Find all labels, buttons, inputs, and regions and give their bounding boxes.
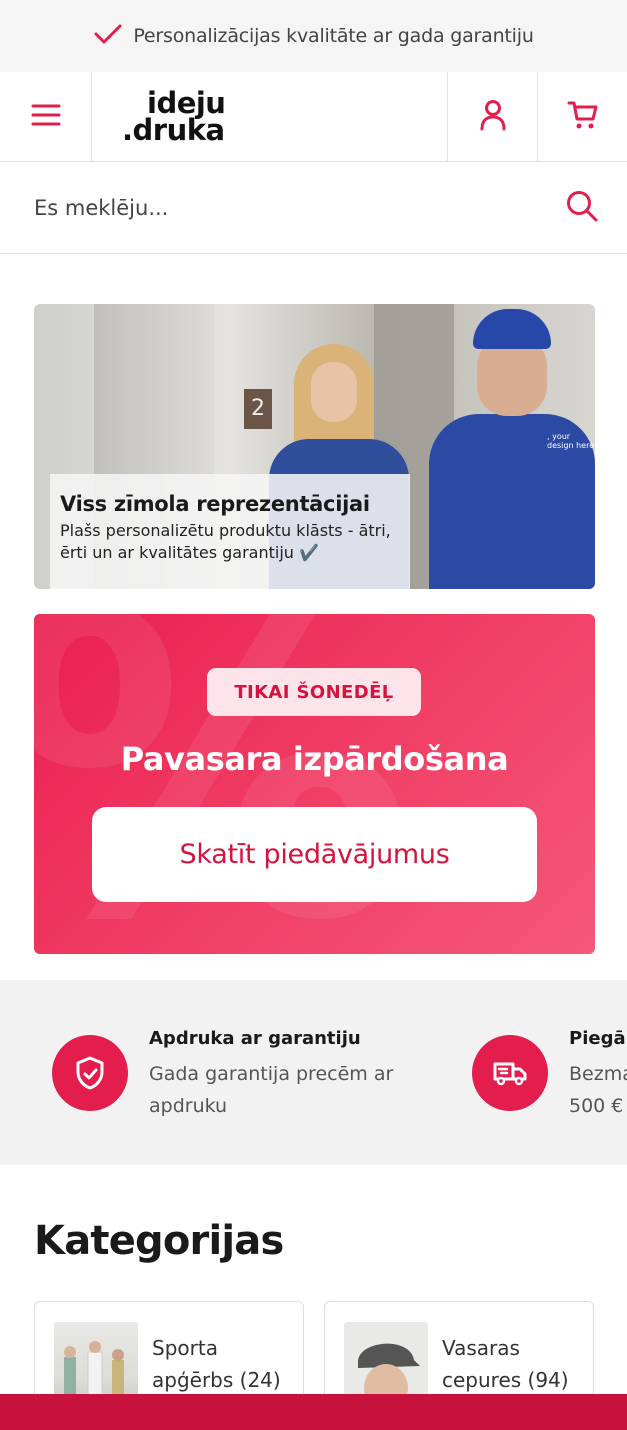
features-strip: Apdruka ar garantiju Gada garantija prec…	[0, 980, 627, 1165]
announcement-text: Personalizācijas kvalitāte ar gada garan…	[133, 25, 534, 47]
search-bar	[0, 162, 627, 254]
shirt-print-text: , your design here	[547, 432, 595, 450]
check-icon	[93, 22, 123, 50]
hero-caption: Viss zīmola reprezentācijai Plašs person…	[50, 474, 410, 589]
bottom-sticky-bar[interactable]	[0, 1394, 627, 1430]
cart-icon	[567, 99, 599, 135]
logo-line-2: .druka	[122, 112, 225, 147]
hero-subtitle: Plašs personalizētu produktu klāsts - āt…	[60, 521, 391, 562]
search-input[interactable]	[34, 195, 514, 220]
shield-check-icon	[52, 1035, 128, 1111]
menu-icon	[31, 103, 61, 131]
cart-button[interactable]	[537, 72, 627, 161]
promo-badge: TIKAI ŠONEDĒĻ	[207, 668, 421, 716]
account-button[interactable]	[447, 72, 537, 161]
search-icon[interactable]	[565, 189, 599, 227]
feature-title: Apdruka ar garantiju	[149, 1028, 361, 1049]
category-label: Vasaras cepures (94)	[442, 1336, 569, 1392]
site-header: ideju .druka	[0, 72, 627, 162]
promo-banner: % TIKAI ŠONEDĒĻ Pavasara izpārdošana Ska…	[34, 614, 595, 954]
feature-item: Piegā Bezma 500 €	[472, 980, 627, 1165]
man-model-image: , your design here	[429, 304, 595, 589]
logo-text: ideju .druka	[122, 88, 226, 147]
user-icon	[480, 99, 506, 135]
menu-button[interactable]	[0, 72, 92, 161]
delivery-truck-icon	[472, 1035, 548, 1111]
feature-desc: Gada garantija precēm ar apdruku	[149, 1063, 394, 1117]
feature-desc: Bezma 500 €	[569, 1063, 627, 1117]
feature-title: Piegā	[569, 1028, 626, 1049]
categories-heading: Kategorijas	[34, 1218, 284, 1264]
feature-item: Apdruka ar garantiju Gada garantija prec…	[52, 980, 432, 1165]
promo-title: Pavasara izpārdošana	[120, 740, 509, 778]
hero-banner[interactable]: 2 , your design here Viss zīmola repreze…	[34, 304, 595, 589]
hero-title: Viss zīmola reprezentācijai	[60, 492, 370, 516]
categories-section: Kategorijas Sporta apģērbs (24) Vasaras …	[0, 1166, 627, 1422]
announcement-bar: Personalizācijas kvalitāte ar gada garan…	[0, 0, 627, 72]
category-label: Sporta apģērbs (24)	[152, 1336, 281, 1392]
percent-decoration: %	[34, 614, 415, 954]
view-offers-button[interactable]: Skatīt piedāvājumus	[92, 807, 537, 902]
site-logo[interactable]: ideju .druka	[92, 72, 447, 161]
